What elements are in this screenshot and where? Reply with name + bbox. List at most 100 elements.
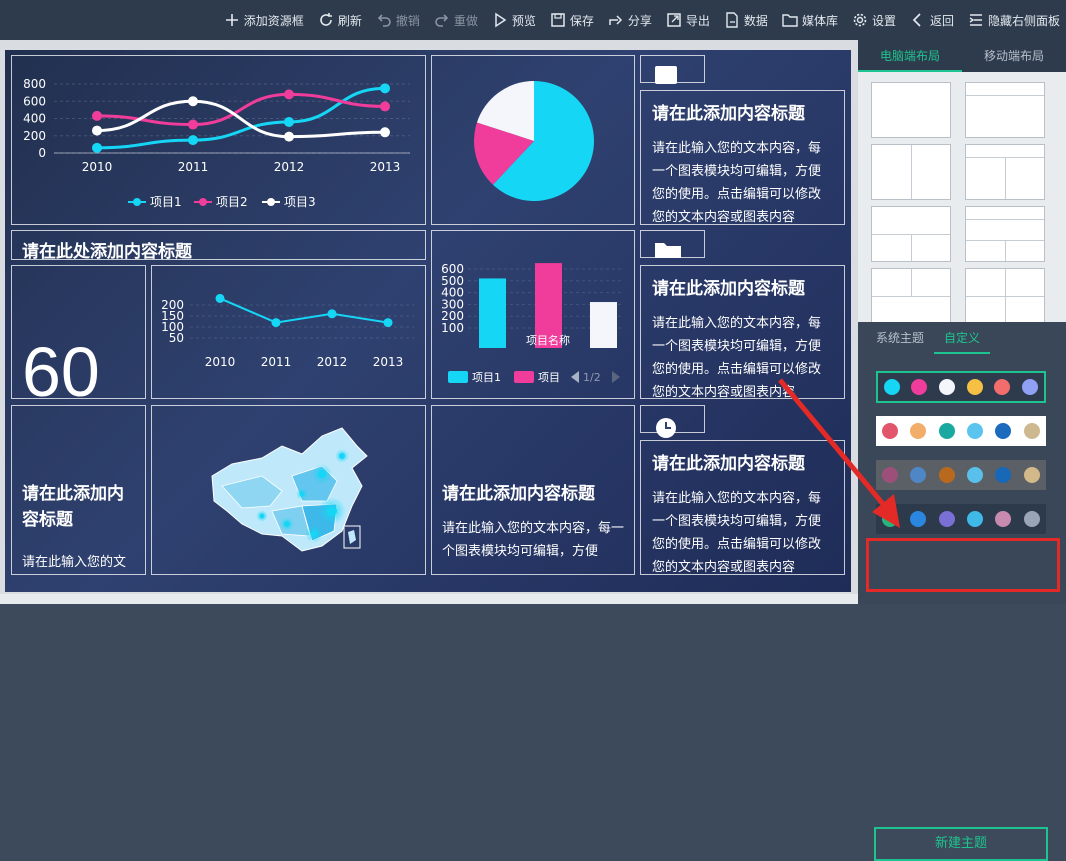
title-strip-cell[interactable]: 请在此处添加内容标题 — [11, 230, 426, 260]
clock-tab[interactable] — [640, 405, 705, 438]
color-swatch — [995, 423, 1012, 439]
small-line-cell[interactable]: 200 150 100 50 2010 2011 2012 2013 — [151, 265, 426, 399]
bar-chart: 600500400300200100项目名称项目1 项目 1/2 — [441, 262, 624, 384]
layout-tabs: 电脑端布局 移动端布局 — [858, 40, 1066, 72]
layout-option[interactable] — [871, 144, 951, 200]
layout-option[interactable] — [965, 82, 1045, 138]
y-tick-label: 0 — [38, 146, 46, 160]
color-swatch — [995, 467, 1012, 483]
image-tab[interactable] — [640, 55, 705, 84]
settings-button[interactable]: 设置 — [852, 0, 896, 40]
legend-pager: 1/2 — [583, 371, 601, 384]
save-button[interactable]: 保存 — [550, 0, 594, 40]
text-cell-mid[interactable]: 请在此添加内容标题 请在此输入您的文本内容，每一个图表模块均可编辑，方便 — [431, 405, 635, 575]
y-tick-label: 100 — [441, 321, 464, 335]
text-cell-title: 请在此添加内容标题 — [442, 484, 595, 504]
layout-option[interactable] — [871, 82, 951, 138]
number-cell[interactable]: 60 — [11, 265, 146, 399]
color-swatch — [1022, 379, 1039, 395]
y-tick-label: 200 — [23, 129, 46, 143]
play-icon — [492, 12, 508, 28]
legend-label: 项目1 — [472, 371, 501, 384]
next-page-icon — [612, 371, 620, 383]
data-button[interactable]: 数据 — [724, 0, 768, 40]
text-cell-title: 请在此添加内容标题 — [652, 279, 805, 299]
new-theme-button[interactable]: 新建主题 — [874, 827, 1048, 861]
data-point — [215, 293, 225, 303]
data-point — [92, 142, 102, 153]
color-swatch — [967, 423, 984, 439]
tab-mobile-layout[interactable]: 移动端布局 — [962, 40, 1066, 72]
y-tick-label: 600 — [23, 94, 46, 108]
back-button[interactable]: 返回 — [910, 0, 954, 40]
data-point — [380, 83, 390, 94]
hide-right-panel-button[interactable]: 隐藏右侧面板 — [968, 0, 1060, 40]
tab-custom-theme[interactable]: 自定义 — [934, 322, 991, 354]
x-tick-label: 2013 — [373, 355, 404, 369]
pie-chart-cell[interactable] — [431, 55, 635, 225]
redo-button[interactable]: 重做 — [434, 0, 478, 40]
data-point — [284, 89, 294, 100]
data-point — [188, 135, 198, 146]
big-number: 60 — [22, 333, 100, 399]
annotation-arrow — [778, 378, 900, 528]
line-chart-cell[interactable]: 800 600 400 200 0 2010 2011 2012 2013 项目1 项目2 项目3 — [11, 55, 426, 225]
color-swatch — [967, 511, 984, 527]
refresh-icon — [318, 12, 334, 28]
dashboard-canvas[interactable]: 800 600 400 200 0 2010 2011 2012 2013 项目1 项目2 项目3 请… — [5, 50, 851, 592]
x-tick-label: 2013 — [370, 160, 401, 174]
color-swatch — [939, 379, 956, 395]
data-point — [327, 309, 337, 319]
export-button[interactable]: 导出 — [666, 0, 710, 40]
layout-option[interactable] — [871, 268, 951, 324]
clock-icon — [656, 418, 676, 438]
data-point — [380, 101, 390, 112]
media-library-button[interactable]: 媒体库 — [782, 0, 838, 40]
china-map — [211, 427, 368, 552]
map-cell[interactable] — [151, 405, 426, 575]
x-tick-label: 2012 — [317, 355, 348, 369]
layout-option[interactable] — [871, 206, 951, 262]
text-cell-1[interactable]: 请在此添加内容标题 请在此输入您的文本内容，每一个图表模块均可编辑，方便您的使用… — [640, 90, 845, 225]
undo-button[interactable]: 撤销 — [376, 0, 420, 40]
text-cell-title: 请在此添加内容标题 — [22, 484, 124, 530]
gear-icon — [852, 12, 868, 28]
color-swatch — [938, 467, 955, 483]
color-swatch — [1023, 511, 1040, 527]
refresh-button[interactable]: 刷新 — [318, 0, 362, 40]
color-swatch — [966, 379, 983, 395]
back-icon — [910, 12, 926, 28]
tab-desktop-layout[interactable]: 电脑端布局 — [858, 40, 962, 72]
top-toolbar: 添加资源框 刷新 撤销 重做 预览 保存 分享 导出 数据 媒体库 设置 返回 … — [0, 0, 1066, 40]
preview-button[interactable]: 预览 — [492, 0, 536, 40]
x-tick-label: 2010 — [82, 160, 113, 174]
color-swatch — [967, 467, 984, 483]
layout-option[interactable] — [965, 268, 1045, 324]
text-cell-body: 请在此输入您的文本内容，每一个图表模块均可编辑，方便 — [442, 521, 625, 559]
layout-option[interactable] — [965, 144, 1045, 200]
theme-tabs: 系统主题 自定义 — [858, 322, 1066, 354]
folder-tab[interactable] — [640, 230, 705, 258]
data-point — [188, 96, 198, 107]
pie-chart — [474, 81, 594, 201]
x-tick-label: 2011 — [178, 160, 209, 174]
add-resource-button[interactable]: 添加资源框 — [224, 0, 304, 40]
book-icon — [655, 66, 677, 84]
text-cell-title: 请在此添加内容标题 — [652, 104, 805, 124]
data-point — [284, 131, 294, 142]
menu-icon — [968, 12, 984, 28]
layout-option[interactable] — [965, 206, 1045, 262]
undo-icon — [376, 12, 392, 28]
text-cell-left[interactable]: 请在此添加内容标题 请在此输入您的文 — [11, 405, 146, 575]
data-point — [271, 318, 281, 328]
title-strip-text: 请在此处添加内容标题 — [22, 242, 192, 260]
share-button[interactable]: 分享 — [608, 0, 652, 40]
canvas-area: 800 600 400 200 0 2010 2011 2012 2013 项目1 项目2 项目3 请… — [0, 40, 858, 604]
bar-chart-cell[interactable]: 600 500 400 300 200 100 项目名称 项目1 项目 1/2 — [431, 230, 635, 399]
canvas-bottom-bar — [0, 594, 858, 604]
tab-system-theme[interactable]: 系统主题 — [866, 322, 934, 354]
redo-icon — [434, 12, 450, 28]
bar — [479, 278, 506, 348]
x-axis-label: 项目名称 — [526, 333, 570, 347]
y-tick-label: 800 — [23, 77, 46, 91]
